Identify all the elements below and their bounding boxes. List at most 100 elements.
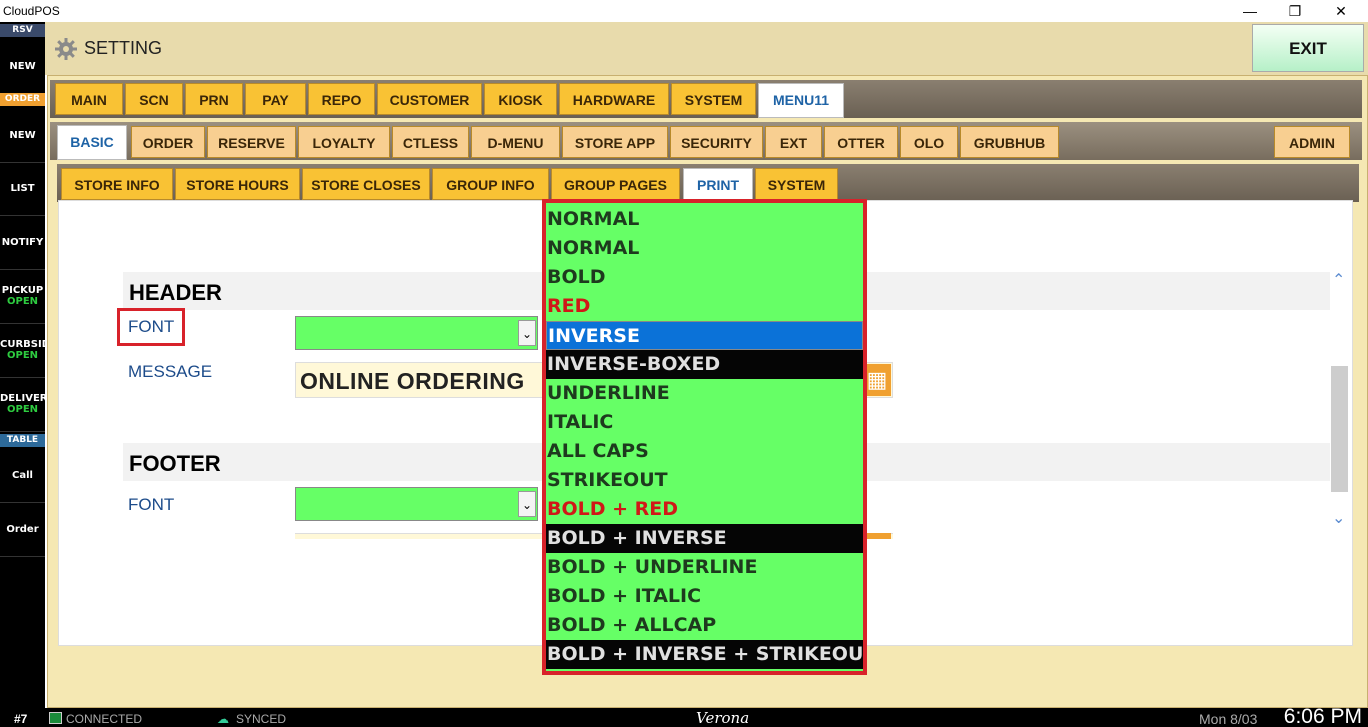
sidebar-call-button[interactable]: Call [0, 449, 45, 503]
tab-prn[interactable]: PRN [185, 83, 243, 115]
connection-status: CONNECTED [66, 712, 143, 726]
tab-store-app[interactable]: STORE APP [562, 126, 668, 158]
tab-hardware[interactable]: HARDWARE [559, 83, 669, 115]
tab-d-menu[interactable]: D-MENU [471, 126, 560, 158]
settings-header [45, 22, 1368, 75]
chevron-down-icon[interactable]: ⌄ [518, 491, 536, 517]
scrollbar-thumb[interactable] [1331, 366, 1348, 492]
rsv-tag: RSV [0, 24, 45, 37]
sidebar-item-label: PICKUP [1, 285, 44, 296]
dropdown-option[interactable]: BOLD + ITALIC [546, 582, 863, 611]
minimize-button[interactable]: — [1227, 0, 1273, 22]
tab-basic[interactable]: BASIC [57, 125, 127, 160]
table-tag: TABLE [0, 434, 45, 447]
dropdown-option-selected[interactable]: INVERSE [546, 321, 863, 350]
scroll-down-icon[interactable]: ⌄ [1332, 508, 1345, 528]
title-bar: CloudPOS — ❐ ✕ [0, 0, 1368, 22]
sidebar-item-label: NEW [9, 61, 36, 72]
dropdown-option[interactable]: NORMAL [546, 205, 863, 234]
dropdown-option[interactable]: UNDERLINE [546, 379, 863, 408]
dropdown-option[interactable]: BOLD + RED [546, 495, 863, 524]
dropdown-option[interactable]: ITALIC [546, 408, 863, 437]
chevron-down-icon[interactable]: ⌄ [518, 320, 536, 346]
sidebar-order-button[interactable]: Order [0, 503, 45, 557]
maximize-button[interactable]: ❐ [1272, 0, 1318, 22]
dropdown-option[interactable]: ALL CAPS [546, 437, 863, 466]
tab-olo[interactable]: OLO [900, 126, 958, 158]
dropdown-option[interactable]: STRIKEOUT [546, 466, 863, 495]
status-bar: #7 CONNECTED ☁ SYNCED Verona Mon 8/03 6:… [0, 705, 1368, 727]
sidebar-pickup-button[interactable]: PICKUP OPEN [0, 270, 45, 324]
tab-print-system[interactable]: SYSTEM [755, 168, 838, 200]
sidebar-curbside-button[interactable]: CURBSIDOPEN [0, 324, 45, 378]
cloud-icon: ☁ [217, 712, 229, 726]
sidebar-rsv-new-button[interactable]: NEW [0, 39, 45, 94]
dropdown-option[interactable]: INVERSE-BOXED [546, 350, 863, 379]
footer-font-label: FONT [128, 495, 175, 514]
tab-system[interactable]: SYSTEM [671, 83, 756, 115]
app-title: CloudPOS [3, 4, 60, 18]
station-number: #7 [14, 712, 28, 726]
tab-ctless[interactable]: CTLESS [392, 126, 469, 158]
sidebar-list-button[interactable]: LIST [0, 162, 45, 216]
tab-main[interactable]: MAIN [55, 83, 123, 115]
tab-repo[interactable]: REPO [308, 83, 375, 115]
close-window-button[interactable]: ✕ [1318, 0, 1364, 22]
sidebar-notify-button[interactable]: NOTIFY [0, 216, 45, 270]
sidebar-item-label: DELIVERY [0, 393, 45, 404]
sidebar-item-label: LIST [10, 183, 35, 194]
tab-security[interactable]: SECURITY [670, 126, 763, 158]
tab-store-info[interactable]: STORE INFO [61, 168, 173, 200]
dropdown-option[interactable]: RED [546, 292, 863, 321]
font-style-dropdown[interactable]: NORMAL NORMAL BOLD RED INVERSE INVERSE-B… [542, 199, 867, 675]
tab-print[interactable]: PRINT [683, 168, 753, 203]
scroll-up-icon[interactable]: ⌃ [1332, 270, 1345, 290]
exit-button[interactable]: EXIT [1252, 24, 1364, 72]
sidebar-delivery-button[interactable]: DELIVERYOPEN [0, 378, 45, 432]
tab-scn[interactable]: SCN [125, 83, 183, 115]
left-sidebar: RSV NEW ORDER NEW LIST NOTIFY PICKUP OPEN… [0, 22, 45, 708]
page-title: SETTING [84, 38, 163, 58]
tab-grubhub[interactable]: GRUBHUB [960, 126, 1059, 158]
third-tab-bar: STORE INFO STORE HOURS STORE CLOSES GROU… [57, 164, 1359, 203]
tab-menu11[interactable]: MENU11 [758, 83, 844, 118]
tab-group-pages[interactable]: GROUP PAGES [551, 168, 680, 200]
tab-customer[interactable]: CUSTOMER [377, 83, 482, 115]
sidebar-order-new-button[interactable]: NEW [0, 108, 45, 163]
tab-reserve[interactable]: RESERVE [207, 126, 296, 158]
tab-otter[interactable]: OTTER [824, 126, 898, 158]
delivery-status: OPEN [6, 404, 39, 415]
dropdown-option[interactable]: BOLD + INVERSE + STRIKEOUT [546, 640, 863, 669]
tab-store-hours[interactable]: STORE HOURS [175, 168, 300, 200]
keyboard-icon[interactable]: ▦ [863, 364, 891, 396]
dropdown-option[interactable]: BOLD + INVERSE [546, 524, 863, 553]
status-date: Mon 8/03 [1199, 711, 1258, 727]
tab-group-info[interactable]: GROUP INFO [432, 168, 549, 200]
footer-section-title: FOOTER [129, 451, 221, 476]
header-font-select[interactable]: ⌄ [295, 316, 538, 350]
font-label-highlight [117, 308, 185, 346]
dropdown-option[interactable]: NORMAL [546, 234, 863, 263]
tab-order[interactable]: ORDER [131, 126, 205, 158]
tab-admin[interactable]: ADMIN [1274, 126, 1350, 158]
dropdown-option[interactable]: BOLD [546, 263, 863, 292]
gear-icon [55, 38, 77, 60]
footer-font-select[interactable]: ⌄ [295, 487, 538, 521]
tab-pay[interactable]: PAY [245, 83, 306, 115]
dropdown-option[interactable]: BOLD + ALLCAP [546, 611, 863, 640]
sub-tab-bar: BASIC ORDER RESERVE LOYALTY CTLESS D-MEN… [50, 122, 1362, 160]
monitor-icon [49, 712, 62, 724]
store-name: Verona [696, 709, 750, 727]
keyboard-icon[interactable] [863, 533, 891, 539]
tab-ext[interactable]: EXT [765, 126, 822, 158]
tab-kiosk[interactable]: KIOSK [484, 83, 557, 115]
pickup-status: OPEN [6, 296, 39, 307]
header-message-value: ONLINE ORDERING [300, 368, 525, 394]
main-tab-bar: MAIN SCN PRN PAY REPO CUSTOMER KIOSK HAR… [50, 80, 1362, 118]
tab-store-closes[interactable]: STORE CLOSES [302, 168, 430, 200]
dropdown-option[interactable]: BOLD + UNDERLINE [546, 553, 863, 582]
tab-loyalty[interactable]: LOYALTY [298, 126, 390, 158]
curbside-status: OPEN [6, 350, 39, 361]
sidebar-item-label: Call [12, 470, 33, 481]
order-tag: ORDER [0, 93, 45, 106]
